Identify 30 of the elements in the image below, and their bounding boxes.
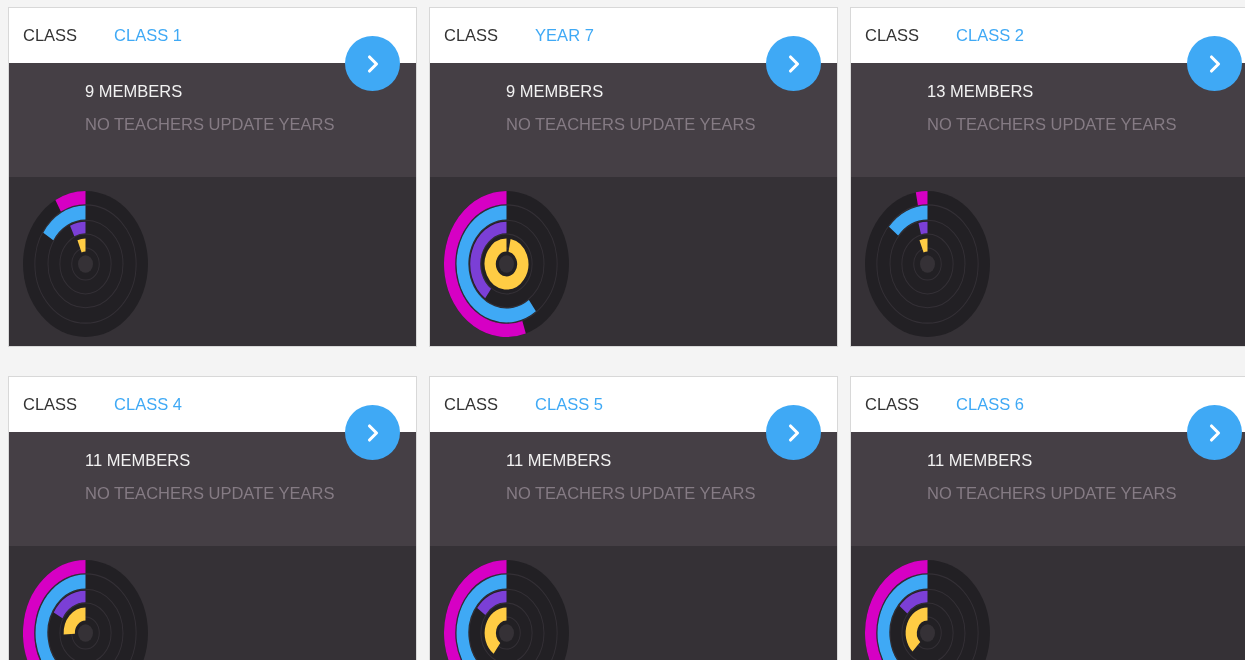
- members-count: 11 MEMBERS: [506, 451, 613, 470]
- card-label: CLASS: [23, 395, 78, 414]
- members-count: 11 MEMBERS: [927, 451, 1034, 470]
- chevron-right-icon: [786, 53, 801, 74]
- class-name: CLASS 1: [114, 26, 182, 45]
- teachers-note: NO TEACHERS UPDATE YEARS: [85, 115, 336, 134]
- class-name: CLASS 4: [114, 395, 182, 414]
- class-name: YEAR 7: [535, 26, 594, 45]
- members-count: 9 MEMBERS: [506, 82, 605, 101]
- card-label: CLASS: [865, 395, 920, 414]
- chevron-right-icon: [786, 422, 801, 443]
- card-label: CLASS: [444, 26, 499, 45]
- teachers-note: NO TEACHERS UPDATE YEARS: [927, 115, 1178, 134]
- class-name: CLASS 2: [956, 26, 1024, 45]
- members-count: 13 MEMBERS: [927, 82, 1035, 101]
- class-name: CLASS 6: [956, 395, 1024, 414]
- card-label: CLASS: [23, 26, 78, 45]
- teachers-note: NO TEACHERS UPDATE YEARS: [927, 484, 1178, 503]
- chevron-right-icon: [365, 422, 380, 443]
- chevron-right-icon: [1207, 53, 1222, 74]
- class-name: CLASS 5: [535, 395, 603, 414]
- card-label: CLASS: [865, 26, 920, 45]
- teachers-note: NO TEACHERS UPDATE YEARS: [506, 115, 757, 134]
- teachers-note: NO TEACHERS UPDATE YEARS: [506, 484, 757, 503]
- chevron-right-icon: [1207, 422, 1222, 443]
- members-count: 9 MEMBERS: [85, 82, 184, 101]
- members-count: 11 MEMBERS: [85, 451, 192, 470]
- chevron-right-icon: [365, 53, 380, 74]
- teachers-note: NO TEACHERS UPDATE YEARS: [85, 484, 336, 503]
- card-label: CLASS: [444, 395, 499, 414]
